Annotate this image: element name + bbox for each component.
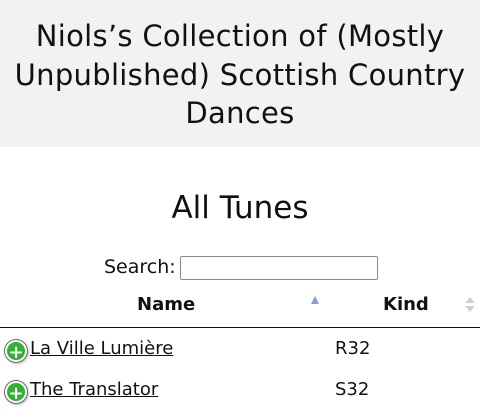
tune-name-link[interactable]: La Ville Lumière xyxy=(30,338,173,359)
column-header-name[interactable]: Name xyxy=(137,294,195,315)
tune-name-link[interactable]: The Translator xyxy=(30,379,158,400)
page-title: All Tunes xyxy=(171,190,309,226)
tune-kind: S32 xyxy=(335,379,370,400)
column-header-kind[interactable]: Kind xyxy=(383,294,429,315)
tune-kind: R32 xyxy=(335,338,371,359)
tunes-table: Name Kind + La Ville Lumière R32 + The T… xyxy=(0,286,480,410)
sort-ascending-icon[interactable] xyxy=(311,295,319,305)
table-row: + The Translator S32 xyxy=(0,369,480,410)
plus-circle-icon[interactable]: + xyxy=(5,381,27,404)
search-input[interactable] xyxy=(179,256,378,280)
search-label: Search: xyxy=(104,255,176,278)
table-row: + La Ville Lumière R32 xyxy=(0,328,480,369)
table-header: Name Kind xyxy=(0,286,480,328)
site-header: Niols’s Collection of (Mostly Unpublishe… xyxy=(0,0,480,147)
search-bar: Search: xyxy=(104,253,378,280)
plus-circle-icon[interactable]: + xyxy=(5,340,27,363)
sort-both-icon[interactable] xyxy=(465,296,475,314)
site-title: Niols’s Collection of (Mostly Unpublishe… xyxy=(14,19,466,130)
